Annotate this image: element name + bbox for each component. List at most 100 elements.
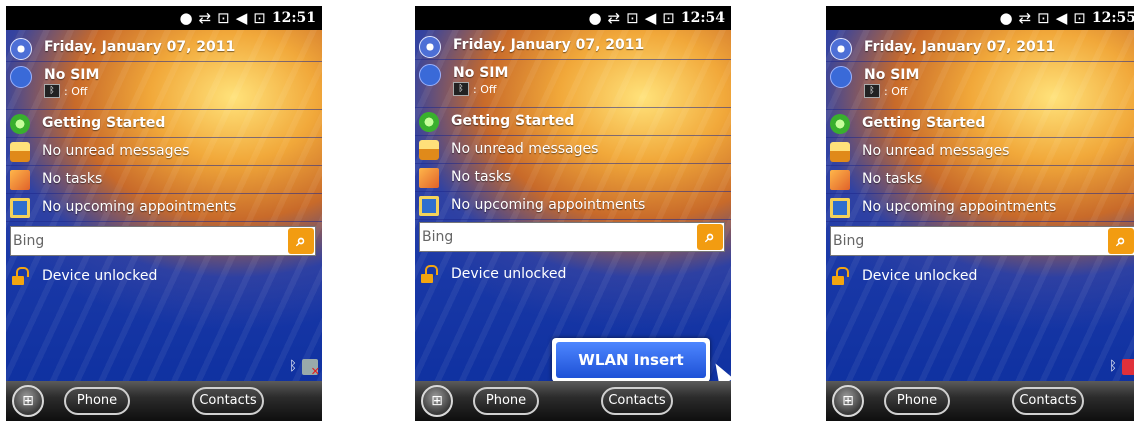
popup-label[interactable]: WLAN Insert (556, 342, 706, 378)
clock-time[interactable]: 12:55 (1092, 10, 1134, 26)
bluetooth-icon: ᛒ (864, 84, 880, 98)
presence-icon: ● (999, 8, 1013, 27)
clock-time[interactable]: 12:54 (681, 10, 725, 26)
date-label: Friday, January 07, 2011 (453, 37, 645, 53)
appointments-label: No upcoming appointments (862, 199, 1057, 215)
bluetooth-status: : Off (64, 84, 88, 98)
softkey-bar: ⊞ Phone Contacts (415, 381, 731, 421)
search-icon[interactable]: ⌕ (288, 228, 314, 254)
getting-started-row[interactable]: Getting Started (6, 110, 322, 138)
lock-row[interactable]: Device unlocked (10, 266, 157, 286)
getting-started-label: Getting Started (451, 113, 575, 129)
network-label: No SIM (44, 67, 100, 83)
tasks-label: No tasks (451, 169, 512, 185)
getting-started-label: Getting Started (42, 115, 166, 131)
softkey-bar: ⊞ Phone Contacts (6, 381, 322, 421)
appointments-row[interactable]: No upcoming appointments (6, 194, 322, 222)
date-row[interactable]: Friday, January 07, 2011 (415, 32, 731, 60)
softkey-bar: ⊞ Phone Contacts (826, 381, 1134, 421)
network-row[interactable]: No SIM ᛒ: Off (826, 62, 1134, 110)
appointments-label: No upcoming appointments (42, 199, 237, 215)
phone-softkey[interactable]: Phone (884, 387, 950, 415)
search-icon[interactable]: ⌕ (697, 224, 723, 250)
lock-row[interactable]: Device unlocked (830, 266, 977, 286)
search-input[interactable]: Bing (831, 233, 1108, 249)
battery-icon: ⊡ (1073, 8, 1086, 27)
date-label: Friday, January 07, 2011 (44, 39, 236, 55)
wlan-insert-popup[interactable]: WLAN Insert (552, 338, 710, 382)
tasks-icon (419, 168, 439, 188)
status-bar[interactable]: ● ⇄ ⊡ ◀ ⊡ 12:54 (415, 6, 731, 30)
envelope-icon (10, 142, 30, 162)
wlan-off-icon[interactable]: ✕ (302, 359, 320, 378)
tasks-row[interactable]: No tasks (826, 166, 1134, 194)
clock-icon (830, 38, 852, 60)
tasks-row[interactable]: No tasks (6, 166, 322, 194)
network-label: No SIM (453, 65, 509, 81)
phone-softkey[interactable]: Phone (64, 387, 130, 415)
getting-started-icon (830, 114, 850, 134)
bing-search-box[interactable]: Bing ⌕ (830, 226, 1134, 256)
search-input[interactable]: Bing (420, 229, 697, 245)
signal-icon: ⊡ (1037, 8, 1050, 27)
lock-row[interactable]: Device unlocked (419, 264, 566, 284)
envelope-icon (830, 142, 850, 162)
tasks-row[interactable]: No tasks (415, 164, 731, 192)
clock-icon (10, 38, 32, 60)
screenshot-2: ● ⇄ ⊡ ◀ ⊡ 12:54 Friday, January 07, 2011… (415, 6, 731, 421)
getting-started-label: Getting Started (862, 115, 986, 131)
network-row[interactable]: No SIM ᛒ: Off (415, 60, 731, 108)
appointments-label: No upcoming appointments (451, 197, 646, 213)
tasks-icon (830, 170, 850, 190)
bluetooth-tray-icon[interactable]: ᛒ (1107, 359, 1119, 375)
unlock-icon (419, 264, 439, 284)
calendar-icon (10, 198, 30, 218)
lock-status: Device unlocked (862, 268, 978, 284)
network-row[interactable]: No SIM ᛒ: Off (6, 62, 322, 110)
antenna-icon (830, 66, 852, 88)
date-row[interactable]: Friday, January 07, 2011 (826, 34, 1134, 62)
calendar-icon (830, 198, 850, 218)
screenshot-1: ● ⇄ ⊡ ◀ ⊡ 12:51 Friday, January 07, 2011… (6, 6, 322, 421)
wlan-on-icon[interactable] (1122, 359, 1134, 375)
getting-started-row[interactable]: Getting Started (415, 108, 731, 136)
antenna-icon (10, 66, 32, 88)
unlock-icon (10, 266, 30, 286)
messages-row[interactable]: No unread messages (415, 136, 731, 164)
messages-row[interactable]: No unread messages (826, 138, 1134, 166)
start-button[interactable]: ⊞ (421, 385, 453, 417)
bing-search-box[interactable]: Bing ⌕ (419, 222, 725, 252)
appointments-row[interactable]: No upcoming appointments (415, 192, 731, 220)
tasks-icon (10, 170, 30, 190)
contacts-softkey[interactable]: Contacts (1012, 387, 1084, 415)
start-button[interactable]: ⊞ (832, 385, 864, 417)
contacts-softkey[interactable]: Contacts (192, 387, 264, 415)
battery-icon: ⊡ (253, 8, 266, 27)
volume-icon: ◀ (1055, 8, 1068, 27)
calendar-icon (419, 196, 439, 216)
envelope-icon (419, 140, 439, 160)
contacts-softkey[interactable]: Contacts (601, 387, 673, 415)
volume-icon: ◀ (644, 8, 657, 27)
connectivity-icon: ⇄ (1018, 8, 1032, 27)
date-row[interactable]: Friday, January 07, 2011 (6, 34, 322, 62)
search-icon[interactable]: ⌕ (1108, 228, 1134, 254)
appointments-row[interactable]: No upcoming appointments (826, 194, 1134, 222)
phone-softkey[interactable]: Phone (473, 387, 539, 415)
getting-started-row[interactable]: Getting Started (826, 110, 1134, 138)
status-bar[interactable]: ● ⇄ ⊡ ◀ ⊡ 12:51 (6, 6, 322, 30)
tasks-label: No tasks (42, 171, 103, 187)
clock-time[interactable]: 12:51 (272, 10, 316, 26)
status-bar[interactable]: ● ⇄ ⊡ ◀ ⊡ 12:55 (826, 6, 1134, 30)
unlock-icon (830, 266, 850, 286)
search-input[interactable]: Bing (11, 233, 288, 249)
messages-label: No unread messages (451, 141, 599, 157)
bluetooth-status: : Off (884, 84, 908, 98)
bluetooth-tray-icon[interactable]: ᛒ (287, 359, 299, 375)
bing-search-box[interactable]: Bing ⌕ (10, 226, 316, 256)
messages-row[interactable]: No unread messages (6, 138, 322, 166)
lock-status: Device unlocked (42, 268, 158, 284)
clock-icon (419, 36, 441, 58)
start-button[interactable]: ⊞ (12, 385, 44, 417)
battery-icon: ⊡ (662, 8, 675, 27)
